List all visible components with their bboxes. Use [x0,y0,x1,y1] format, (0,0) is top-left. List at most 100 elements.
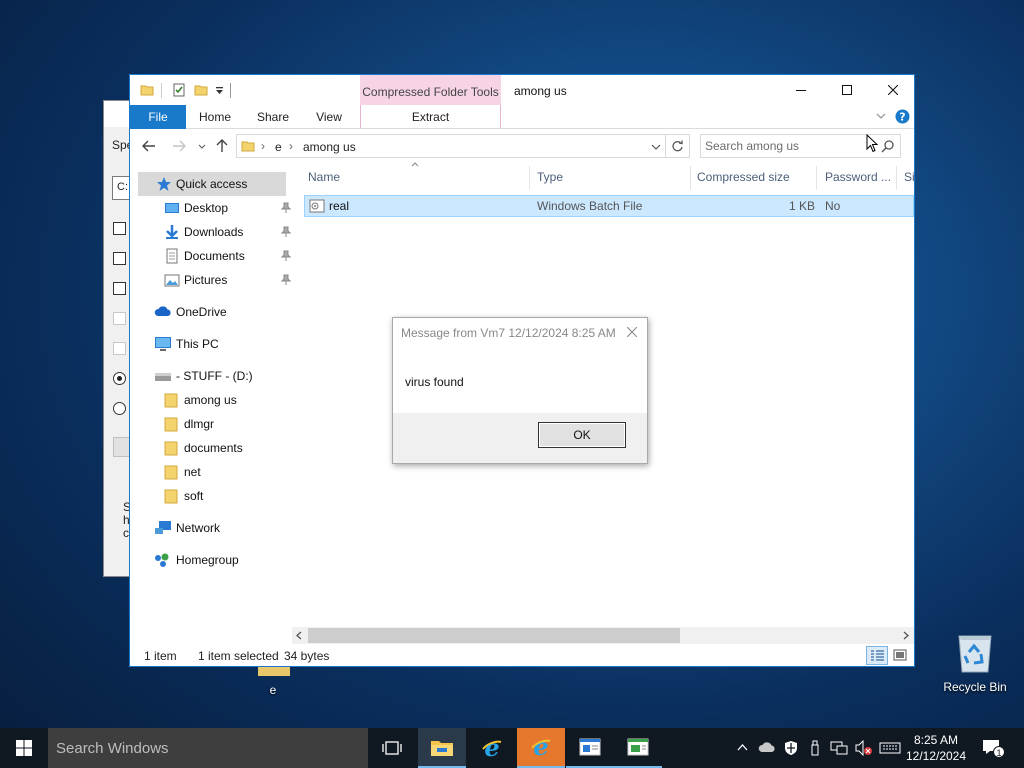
network-tray-icon[interactable] [830,740,848,756]
scroll-left-icon[interactable] [295,631,303,640]
nav-folder-documents[interactable]: documents [138,436,286,460]
new-folder-icon[interactable] [194,83,208,97]
volume-muted-icon[interactable] [855,740,873,756]
compressed-folder-tools-header: Compressed Folder Tools [360,75,501,105]
search-input[interactable] [705,137,875,155]
notification-count-badge: 1 [993,746,1005,758]
taskbar-file-explorer[interactable] [418,728,466,768]
background-checkbox[interactable] [113,282,126,295]
nav-folder-dlmgr[interactable]: dlmgr [138,412,286,436]
tab-home[interactable]: Home [192,105,238,129]
nav-desktop[interactable]: Desktop [138,196,291,220]
column-header-password[interactable]: Password ... [825,170,891,184]
address-bar[interactable]: › e › among us [236,134,666,158]
forward-arrow-icon[interactable] [172,140,186,152]
security-shield-icon[interactable] [784,740,798,756]
refresh-icon [672,140,683,152]
breadcrumb-item[interactable]: among us [303,140,356,154]
column-separator[interactable] [690,166,691,190]
help-icon[interactable]: ? [895,109,910,124]
column-header-type[interactable]: Type [537,170,563,184]
status-bar: 1 item 1 item selected 34 bytes [130,645,914,667]
taskbar-internet-explorer[interactable]: e [468,728,516,768]
column-separator[interactable] [896,166,897,190]
desktop-folder-icon[interactable] [258,666,290,676]
taskbar-app-window-2[interactable] [614,728,662,768]
nav-documents[interactable]: Documents [138,244,291,268]
scrollbar-thumb[interactable] [308,628,680,643]
svg-text:e: e [484,736,499,760]
file-row[interactable]: real Windows Batch File 1 KB No [304,195,914,217]
breadcrumb-item[interactable]: e [275,140,282,154]
nav-folder-among-us[interactable]: among us [138,388,286,412]
column-header-compressed-size[interactable]: Compressed size [697,170,790,184]
properties-icon[interactable] [172,83,186,97]
background-checkbox[interactable] [113,252,126,265]
nav-folder-net[interactable]: net [138,460,286,484]
message-close-button[interactable] [624,324,640,340]
horizontal-scrollbar[interactable] [292,627,914,644]
close-button[interactable] [870,75,916,105]
customize-toolbar-icon[interactable] [215,86,224,95]
details-view-button[interactable] [866,646,888,665]
nav-onedrive[interactable]: OneDrive [138,300,286,324]
address-dropdown-icon[interactable] [651,144,661,150]
close-icon [627,327,637,337]
large-icons-view-icon [893,649,907,661]
onedrive-tray-icon[interactable] [758,740,776,754]
nav-homegroup[interactable]: Homegroup [138,548,286,572]
large-icons-view-button[interactable] [890,646,910,665]
pin-icon [281,250,291,261]
keyboard-icon[interactable] [879,742,901,754]
taskbar-app-window[interactable] [566,728,614,768]
pin-icon [281,226,291,237]
desktop-item-e-label[interactable]: e [258,683,288,697]
start-button[interactable] [0,728,48,768]
sort-ascending-icon [411,162,419,167]
application-window-icon [579,738,601,756]
breadcrumb-separator-icon: › [289,139,293,153]
nav-this-pc[interactable]: This PC [138,332,286,356]
nav-quick-access[interactable]: Quick access [138,172,286,196]
background-radio[interactable] [113,402,126,415]
tab-file[interactable]: File [130,105,186,129]
task-view-button[interactable] [368,728,416,768]
message-dialog: Message from Vm7 12/12/2024 8:25 AM viru… [392,317,648,464]
maximize-button[interactable] [824,75,870,105]
status-selected: 1 item selected [198,649,279,663]
nav-network[interactable]: Network [138,516,286,540]
background-radio[interactable] [113,372,126,385]
tab-extract[interactable]: Extract [360,105,501,129]
refresh-button[interactable] [666,134,690,158]
nav-drive-d[interactable]: - STUFF - (D:) [138,364,286,388]
taskbar-internet-explorer-active[interactable]: e [517,728,565,768]
recycle-bin[interactable]: Recycle Bin [940,630,1010,694]
folder-icon [164,393,178,408]
recent-locations-icon[interactable] [198,144,206,149]
column-separator[interactable] [529,166,530,190]
search-icon[interactable] [881,140,894,153]
background-checkbox[interactable] [113,222,126,235]
usb-device-icon[interactable] [810,740,820,756]
tab-share[interactable]: Share [250,105,296,129]
scroll-right-icon[interactable] [902,631,910,640]
up-arrow-icon[interactable] [216,139,228,153]
ok-button[interactable]: OK [538,422,626,448]
tab-view[interactable]: View [308,105,350,129]
taskbar-search-placeholder: Search Windows [56,740,169,757]
application-window-icon [627,738,649,756]
column-separator[interactable] [816,166,817,190]
back-arrow-icon[interactable] [142,140,156,152]
nav-folder-soft[interactable]: soft [138,484,286,508]
nav-downloads[interactable]: Downloads [138,220,291,244]
system-clock[interactable]: 8:25 AM 12/12/2024 [904,732,968,764]
column-header-size[interactable]: Si [904,170,915,184]
action-center-button[interactable]: 1 [980,736,1005,760]
taskbar-search[interactable]: Search Windows [48,728,368,768]
nav-pictures[interactable]: Pictures [138,268,291,292]
minimize-button[interactable] [778,75,824,105]
chevron-down-icon[interactable] [876,113,886,120]
message-dialog-title: Message from Vm7 12/12/2024 8:25 AM [401,326,616,340]
column-header-name[interactable]: Name [308,170,340,184]
show-hidden-icons-icon[interactable] [737,744,748,751]
